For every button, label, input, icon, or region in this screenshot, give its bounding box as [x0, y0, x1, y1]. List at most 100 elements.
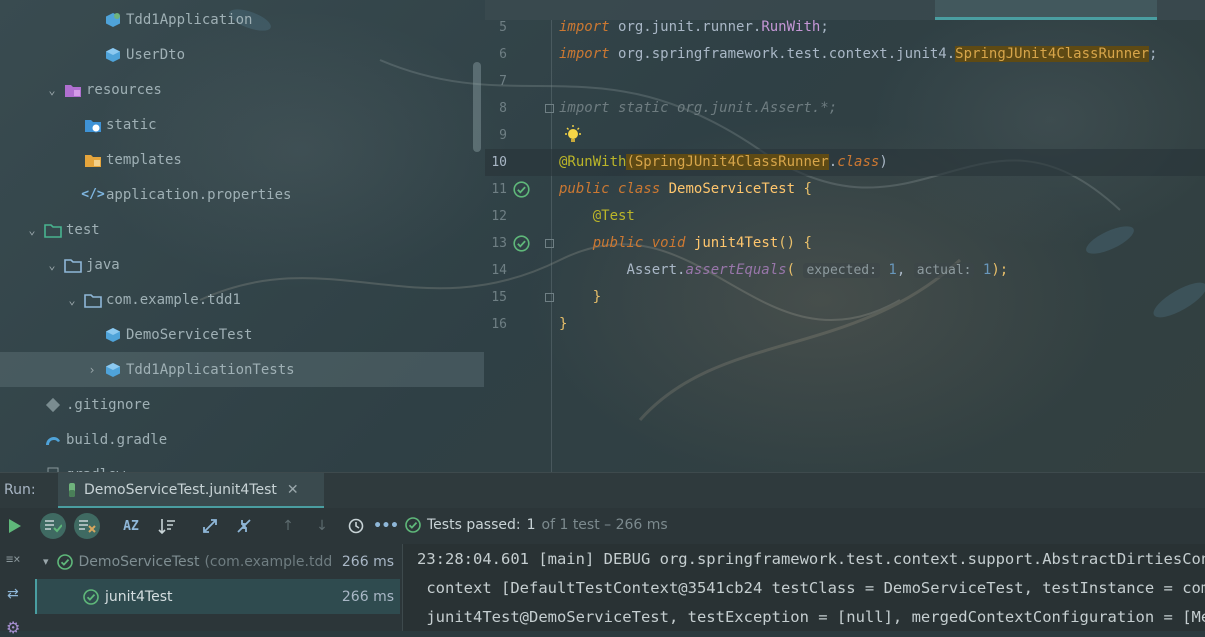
tree-item[interactable]: › Tdd1ApplicationTests: [0, 352, 484, 387]
test-suite-row[interactable]: ▾ DemoServiceTest (com.example.tdd 266 m…: [35, 544, 400, 579]
class-icon: [104, 47, 122, 63]
code-line[interactable]: 13 public void junit4Test() {: [485, 230, 1205, 257]
sort-duration-icon: [158, 519, 175, 534]
method-name: junit4Test: [693, 235, 779, 251]
tree-item-label: Tdd1ApplicationTests: [126, 361, 295, 378]
previous-failed-button[interactable]: ↑: [275, 513, 301, 539]
passed-check-icon: [56, 553, 73, 570]
code-line[interactable]: 9: [485, 122, 1205, 149]
code-text: import org.junit.runner.RunWith;: [559, 14, 829, 41]
code-line[interactable]: 14 Assert.assertEquals( expected: 1, act…: [485, 257, 1205, 284]
number: 1: [888, 262, 897, 278]
tree-item[interactable]: ⌄ resources: [0, 72, 484, 107]
kw: import: [559, 19, 610, 35]
code-line[interactable]: 8 import static org.junit.Assert.*;: [485, 95, 1205, 122]
test-config-icon: [66, 482, 78, 498]
more-options-button[interactable]: •••: [373, 513, 399, 539]
project-scrollbar-thumb[interactable]: [473, 62, 481, 152]
sort-alphabetically-button[interactable]: AZ: [118, 513, 144, 539]
tree-item[interactable]: gradlew: [0, 457, 484, 472]
tree-item[interactable]: ⌄ java: [0, 247, 484, 282]
paren: (): [778, 235, 796, 251]
tree-item[interactable]: static: [0, 107, 484, 142]
toggle-auto-test-icon[interactable]: ⇄: [7, 586, 19, 602]
collapse-all-button[interactable]: [231, 513, 257, 539]
code-text: }: [559, 311, 567, 338]
show-passed-button[interactable]: [40, 513, 66, 539]
expand-all-button[interactable]: [197, 513, 223, 539]
gradle-icon: [44, 432, 62, 448]
line-number: 5: [499, 20, 507, 35]
run-test-gutter-icon[interactable]: [513, 181, 530, 198]
test-history-button[interactable]: [343, 513, 369, 539]
tree-item-label: build.gradle: [66, 431, 168, 448]
dot: .: [828, 154, 838, 170]
suite-package: (com.example.tdd: [204, 553, 333, 570]
console-line: context [DefaultTestContext@3541cb24 tes…: [426, 579, 1205, 597]
line-number: 11: [491, 182, 507, 197]
code-text: public void junit4Test() {: [559, 230, 812, 257]
test-case-row[interactable]: junit4Test 266 ms: [35, 579, 400, 614]
next-failed-button[interactable]: ↓: [309, 513, 335, 539]
tree-item[interactable]: Tdd1Application: [0, 2, 484, 37]
arrow-up-icon: ↑: [282, 518, 294, 534]
code-line[interactable]: 10 @RunWith(SpringJUnit4ClassRunner.class…: [485, 149, 1205, 176]
tree-item-label: .gitignore: [66, 396, 151, 413]
console-output[interactable]: 23:28:04.601 [main] DEBUG org.springfram…: [402, 544, 1205, 631]
tree-item-label: static: [106, 116, 157, 133]
fold-marker-icon[interactable]: [545, 239, 554, 248]
cls-highlighted: SpringJUnit4ClassRunner: [634, 154, 829, 170]
show-ignored-button[interactable]: [74, 513, 100, 539]
tree-item[interactable]: </> application.properties: [0, 177, 484, 212]
fold-marker-icon[interactable]: [545, 293, 554, 302]
tree-item[interactable]: UserDto: [0, 37, 484, 72]
tree-item[interactable]: DemoServiceTest: [0, 317, 484, 352]
rerun-button[interactable]: [2, 513, 28, 539]
chevron-down-icon[interactable]: ⌄: [44, 258, 60, 272]
code-text: import static org.junit.Assert.*;: [559, 95, 837, 122]
passed-check-icon: [83, 588, 99, 605]
fold-marker-icon[interactable]: [545, 104, 554, 113]
tree-item[interactable]: .gitignore: [0, 387, 484, 422]
sort-by-duration-button[interactable]: [154, 513, 180, 539]
chevron-down-icon[interactable]: ▾: [43, 555, 49, 568]
sort-az-icon: AZ: [123, 518, 139, 534]
line-number: 14: [491, 263, 507, 278]
line-number: 13: [491, 236, 507, 251]
code-text: import org.springframework.test.context.…: [559, 41, 1157, 68]
tree-item[interactable]: templates: [0, 142, 484, 177]
code-line[interactable]: 7: [485, 68, 1205, 95]
semi: ;: [820, 19, 829, 35]
code-line[interactable]: 11 public class DemoServiceTest {: [485, 176, 1205, 203]
pkg: org.springframework.test.context.junit4.: [618, 46, 956, 62]
console-line: junit4Test@DemoServiceTest, testExceptio…: [426, 608, 1205, 626]
chevron-down-icon[interactable]: ⌄: [64, 293, 80, 307]
paren: ): [879, 154, 888, 170]
semi: ;: [1149, 46, 1158, 62]
code-editor[interactable]: 5 import org.junit.runner.RunWith; 6 import…: [485, 0, 1205, 472]
tree-item-label: resources: [86, 81, 162, 98]
tree-item[interactable]: ⌄ com.example.tdd1: [0, 282, 484, 317]
test-duration: 266 ms: [341, 588, 394, 605]
code-line[interactable]: 5 import org.junit.runner.RunWith;: [485, 14, 1205, 41]
tree-item[interactable]: build.gradle: [0, 422, 484, 457]
chevron-down-icon[interactable]: ⌄: [44, 83, 60, 97]
chevron-right-icon[interactable]: ›: [84, 363, 100, 377]
code-line[interactable]: 6 import org.springframework.test.context…: [485, 41, 1205, 68]
tree-item-label: application.properties: [106, 186, 292, 203]
close-icon[interactable]: ✕: [287, 482, 299, 498]
code-text: Assert.assertEquals( expected: 1, actual…: [559, 257, 1008, 284]
run-test-gutter-icon[interactable]: [513, 235, 530, 252]
clear-all-icon[interactable]: ≡×: [6, 552, 20, 566]
tree-item[interactable]: ⌄ test: [0, 212, 484, 247]
passed-check-icon: [405, 517, 421, 533]
run-config-tab[interactable]: DemoServiceTest.junit4Test ✕: [58, 473, 324, 509]
settings-gear-icon[interactable]: ⚙: [6, 618, 20, 637]
chevron-down-icon[interactable]: ⌄: [24, 223, 40, 237]
status-count: 1: [526, 517, 536, 533]
code-line[interactable]: 12 @Test: [485, 203, 1205, 230]
code-line[interactable]: 15 }: [485, 284, 1205, 311]
code-line[interactable]: 16}: [485, 311, 1205, 338]
package-icon: [84, 292, 102, 308]
run-tool-window: Run: DemoServiceTest.junit4Test ✕ AZ ↑ ↓…: [0, 472, 1205, 637]
